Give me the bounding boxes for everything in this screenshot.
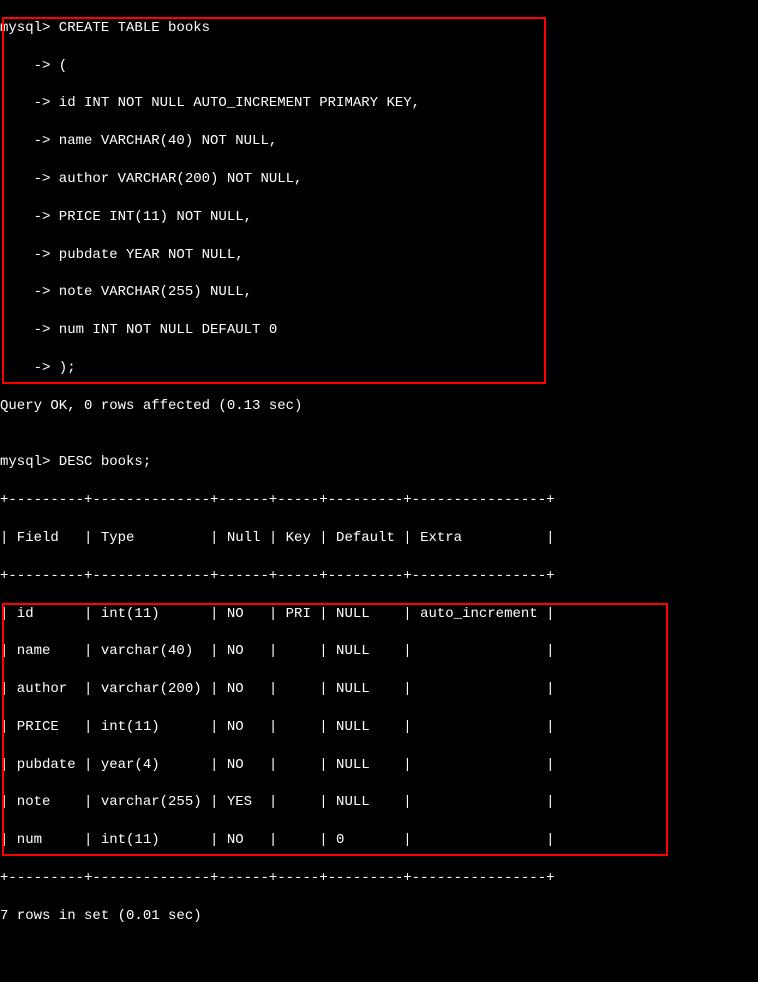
table-row: | note | varchar(255) | YES | | NULL | | [0,793,758,812]
table-separator: +---------+--------------+------+-----+-… [0,869,758,888]
table-row: | id | int(11) | NO | PRI | NULL | auto_… [0,605,758,624]
create-table-line: -> PRICE INT(11) NOT NULL, [0,208,758,227]
create-table-line: -> ); [0,359,758,378]
create-table-line: -> id INT NOT NULL AUTO_INCREMENT PRIMAR… [0,94,758,113]
create-table-line: -> pubdate YEAR NOT NULL, [0,246,758,265]
mysql-terminal[interactable]: mysql> CREATE TABLE books -> ( -> id INT… [0,0,758,982]
query-ok-line: Query OK, 0 rows affected (0.13 sec) [0,397,758,416]
table-row: | name | varchar(40) | NO | | NULL | | [0,642,758,661]
table-header: | Field | Type | Null | Key | Default | … [0,529,758,548]
table-row: | num | int(11) | NO | | 0 | | [0,831,758,850]
create-table-line: -> note VARCHAR(255) NULL, [0,283,758,302]
table-row: | author | varchar(200) | NO | | NULL | … [0,680,758,699]
table-separator: +---------+--------------+------+-----+-… [0,491,758,510]
create-table-line: mysql> CREATE TABLE books [0,19,758,38]
rows-in-set-line: 7 rows in set (0.01 sec) [0,907,758,926]
desc-command-line: mysql> DESC books; [0,453,758,472]
table-row: | PRICE | int(11) | NO | | NULL | | [0,718,758,737]
table-row: | pubdate | year(4) | NO | | NULL | | [0,756,758,775]
create-table-line: -> name VARCHAR(40) NOT NULL, [0,132,758,151]
table-separator: +---------+--------------+------+-----+-… [0,567,758,586]
create-table-line: -> num INT NOT NULL DEFAULT 0 [0,321,758,340]
create-table-line: -> author VARCHAR(200) NOT NULL, [0,170,758,189]
create-table-line: -> ( [0,57,758,76]
